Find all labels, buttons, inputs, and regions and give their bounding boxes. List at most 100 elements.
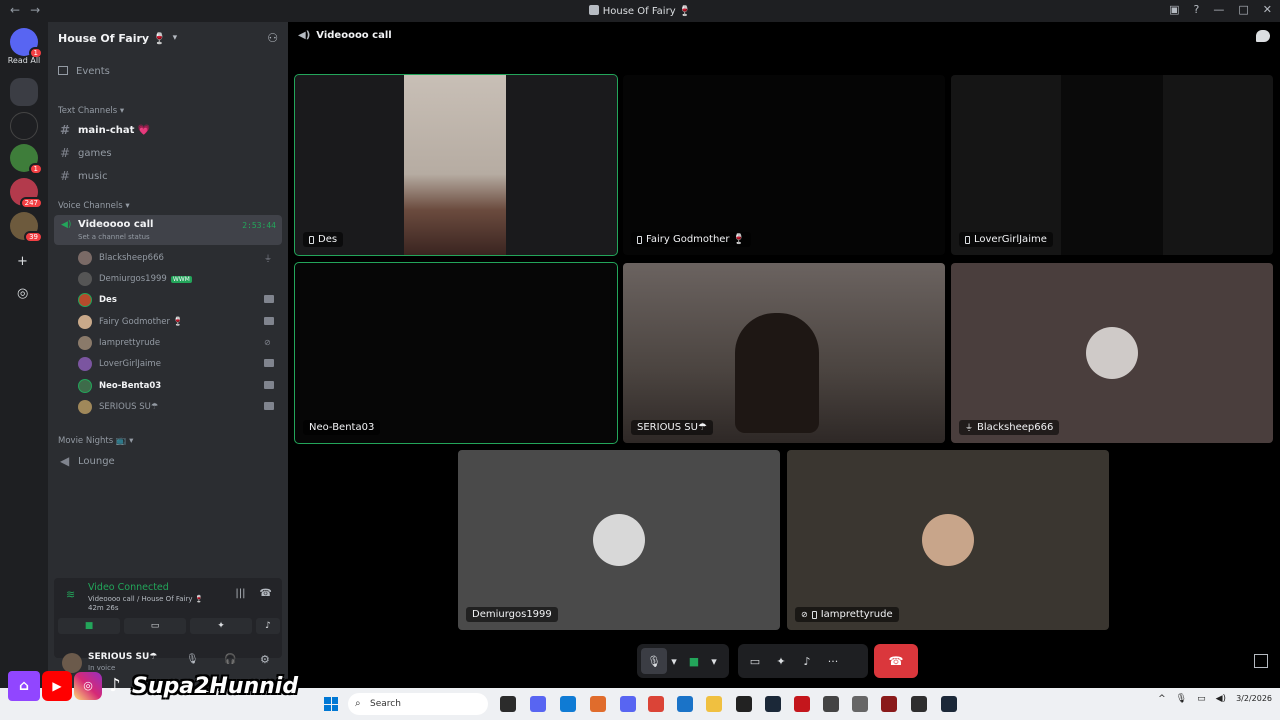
voice-member-iamprettyrude[interactable]: Iamprettyrude ⊘: [78, 335, 278, 351]
connection-status[interactable]: Video Connected: [88, 582, 169, 593]
voice-member-blacksheep666[interactable]: Blacksheep666 ⏚: [78, 250, 278, 266]
channel-status[interactable]: Set a channel status: [78, 233, 150, 241]
video-tile-lovergirljaime[interactable]: LoverGirlJaime: [951, 75, 1273, 255]
screen-share-button[interactable]: ▭: [742, 648, 768, 674]
home-button[interactable]: 1: [10, 28, 43, 59]
voice-channel-lounge[interactable]: ◀ Lounge: [60, 454, 115, 468]
fullscreen-icon[interactable]: [1254, 654, 1268, 668]
steam-taskbar-icon[interactable]: [765, 696, 781, 712]
server-icon-2[interactable]: [10, 112, 38, 140]
invite-people-icon[interactable]: ⚇: [267, 31, 278, 45]
tile-label: Demiurgos1999: [466, 607, 558, 622]
chrome-taskbar-icon[interactable]: [648, 696, 664, 712]
calendar-icon: [58, 66, 68, 75]
twitch-logo-icon: ⌂: [8, 671, 40, 701]
connection-channel[interactable]: Videoooo call / House Of Fairy 🍷: [88, 595, 203, 603]
steam2-taskbar-icon[interactable]: [941, 696, 957, 712]
voice-channel-videoooo-call[interactable]: ◀) Videoooo call Set a channel status 2:…: [54, 215, 282, 245]
video-tile-blacksheep666[interactable]: ⏚ Blacksheep666: [951, 263, 1273, 443]
settings-taskbar-icon[interactable]: [852, 696, 868, 712]
avatar: [593, 514, 645, 566]
network-icon[interactable]: ▭: [1197, 694, 1206, 704]
app3-taskbar-icon[interactable]: [881, 696, 897, 712]
signal-icon[interactable]: ≋: [66, 588, 78, 601]
soundboard-button[interactable]: ♪: [794, 648, 820, 674]
server-icon-house-of-fairy[interactable]: [10, 78, 38, 106]
taskbar-search[interactable]: ⌕ Search: [348, 693, 488, 715]
category-voice-channels[interactable]: Voice Channels ▾: [58, 201, 130, 211]
chat-bubble-icon[interactable]: [1256, 30, 1270, 42]
video-tile-fairy-godmother[interactable]: Fairy Godmother 🍷: [623, 75, 945, 255]
video-tile-des[interactable]: Des: [294, 74, 618, 256]
obs-taskbar-icon[interactable]: [736, 696, 752, 712]
close-button[interactable]: ✕: [1263, 3, 1272, 16]
brand-text: Supa2Hunnid: [132, 673, 299, 699]
voice-member-demiurgos1999[interactable]: Demiurgos1999 WWM: [78, 271, 278, 287]
video-tile-neo-benta03[interactable]: Neo-Benta03: [294, 262, 618, 444]
activities-button[interactable]: ✦: [190, 618, 252, 634]
app2-taskbar-icon[interactable]: [823, 696, 839, 712]
server-icon-5[interactable]: 39: [10, 212, 43, 243]
call-area: ◀) Videoooo call Des Fairy Godmother 🍷 Lo…: [288, 22, 1280, 688]
app-taskbar-icon[interactable]: [590, 696, 606, 712]
leave-call-button[interactable]: ☎: [874, 644, 918, 678]
video-tile-iamprettyrude[interactable]: ⊘ Iamprettyrude: [787, 450, 1109, 630]
maximize-button[interactable]: □: [1238, 3, 1248, 16]
channel-music[interactable]: # music: [60, 169, 108, 183]
settings-gear-icon[interactable]: ⚙: [260, 653, 270, 666]
microphone-icon[interactable]: 🎙: [186, 654, 199, 665]
video-feed: [1163, 75, 1273, 255]
avatar: [78, 336, 92, 350]
camera-button[interactable]: ■: [58, 618, 120, 634]
server-icon-4[interactable]: 247: [10, 178, 43, 209]
chevron-down-icon[interactable]: ▾: [667, 648, 681, 674]
channel-main-chat[interactable]: # main-chat 💗: [60, 123, 150, 137]
more-options-button[interactable]: ···: [820, 648, 846, 674]
camera-icon: [264, 381, 274, 389]
window-controls: ▣ ? — □ ✕: [1169, 3, 1272, 16]
adobe-taskbar-icon[interactable]: [794, 696, 810, 712]
discover-icon[interactable]: ◎: [17, 286, 28, 301]
voice-member-lovergirljaime[interactable]: LoverGirlJaime: [78, 356, 278, 372]
voice-member-des[interactable]: Des: [78, 292, 278, 308]
inbox-icon[interactable]: ▣: [1169, 3, 1179, 16]
screen-share-button[interactable]: ▭: [124, 618, 186, 634]
store-taskbar-icon[interactable]: [677, 696, 693, 712]
channel-games[interactable]: # games: [60, 146, 112, 160]
edge-taskbar-icon[interactable]: [560, 696, 576, 712]
username[interactable]: SERIOUS SU☂: [88, 652, 157, 662]
windows-start-button[interactable]: [324, 697, 338, 711]
help-icon[interactable]: ?: [1194, 3, 1200, 16]
category-movie-nights[interactable]: Movie Nights 📺 ▾: [58, 436, 133, 446]
speaker-icon: ◀): [298, 30, 311, 41]
volume-icon[interactable]: ◀): [1216, 694, 1226, 704]
voice-member-serious-su[interactable]: SERIOUS SU☂: [78, 399, 278, 415]
headphones-icon[interactable]: 🎧: [224, 654, 236, 665]
mic-tray-icon[interactable]: 🎙: [1176, 694, 1187, 704]
chevron-up-icon[interactable]: ^: [1158, 694, 1166, 704]
voice-member-neo-benta03[interactable]: Neo-Benta03: [78, 378, 278, 394]
video-tile-serious-su[interactable]: SERIOUS SU☂: [623, 263, 945, 443]
category-text-channels[interactable]: Text Channels ▾: [58, 106, 124, 116]
taskbar-clock[interactable]: 3/2/2026: [1236, 693, 1272, 704]
microphone-button[interactable]: 🎙: [641, 648, 667, 674]
server-icon-3[interactable]: 1: [10, 144, 43, 175]
video-tile-demiurgos1999[interactable]: Demiurgos1999: [458, 450, 780, 630]
disconnect-icon[interactable]: ☎: [260, 588, 272, 599]
minimize-button[interactable]: —: [1213, 3, 1224, 16]
task-view-icon[interactable]: [500, 696, 516, 712]
guild-header[interactable]: House Of Fairy 🍷 ▾ ⚇: [48, 22, 288, 54]
chevron-down-icon[interactable]: ▾: [707, 648, 721, 674]
discord-taskbar-icon[interactable]: [530, 696, 546, 712]
noise-suppression-icon[interactable]: |||: [235, 588, 245, 599]
file-explorer-icon[interactable]: [706, 696, 722, 712]
add-server-icon[interactable]: +: [17, 254, 28, 269]
discord-active-taskbar-icon[interactable]: [620, 696, 636, 712]
events-item[interactable]: Events: [58, 66, 110, 77]
voice-member-fairy-godmother[interactable]: Fairy Godmother 🍷: [78, 314, 278, 330]
soundboard-button[interactable]: ♪: [256, 618, 280, 634]
activities-button[interactable]: ✦: [768, 648, 794, 674]
read-all-button[interactable]: Read All: [0, 56, 48, 65]
camera-button[interactable]: ■: [681, 648, 707, 674]
app4-taskbar-icon[interactable]: [911, 696, 927, 712]
